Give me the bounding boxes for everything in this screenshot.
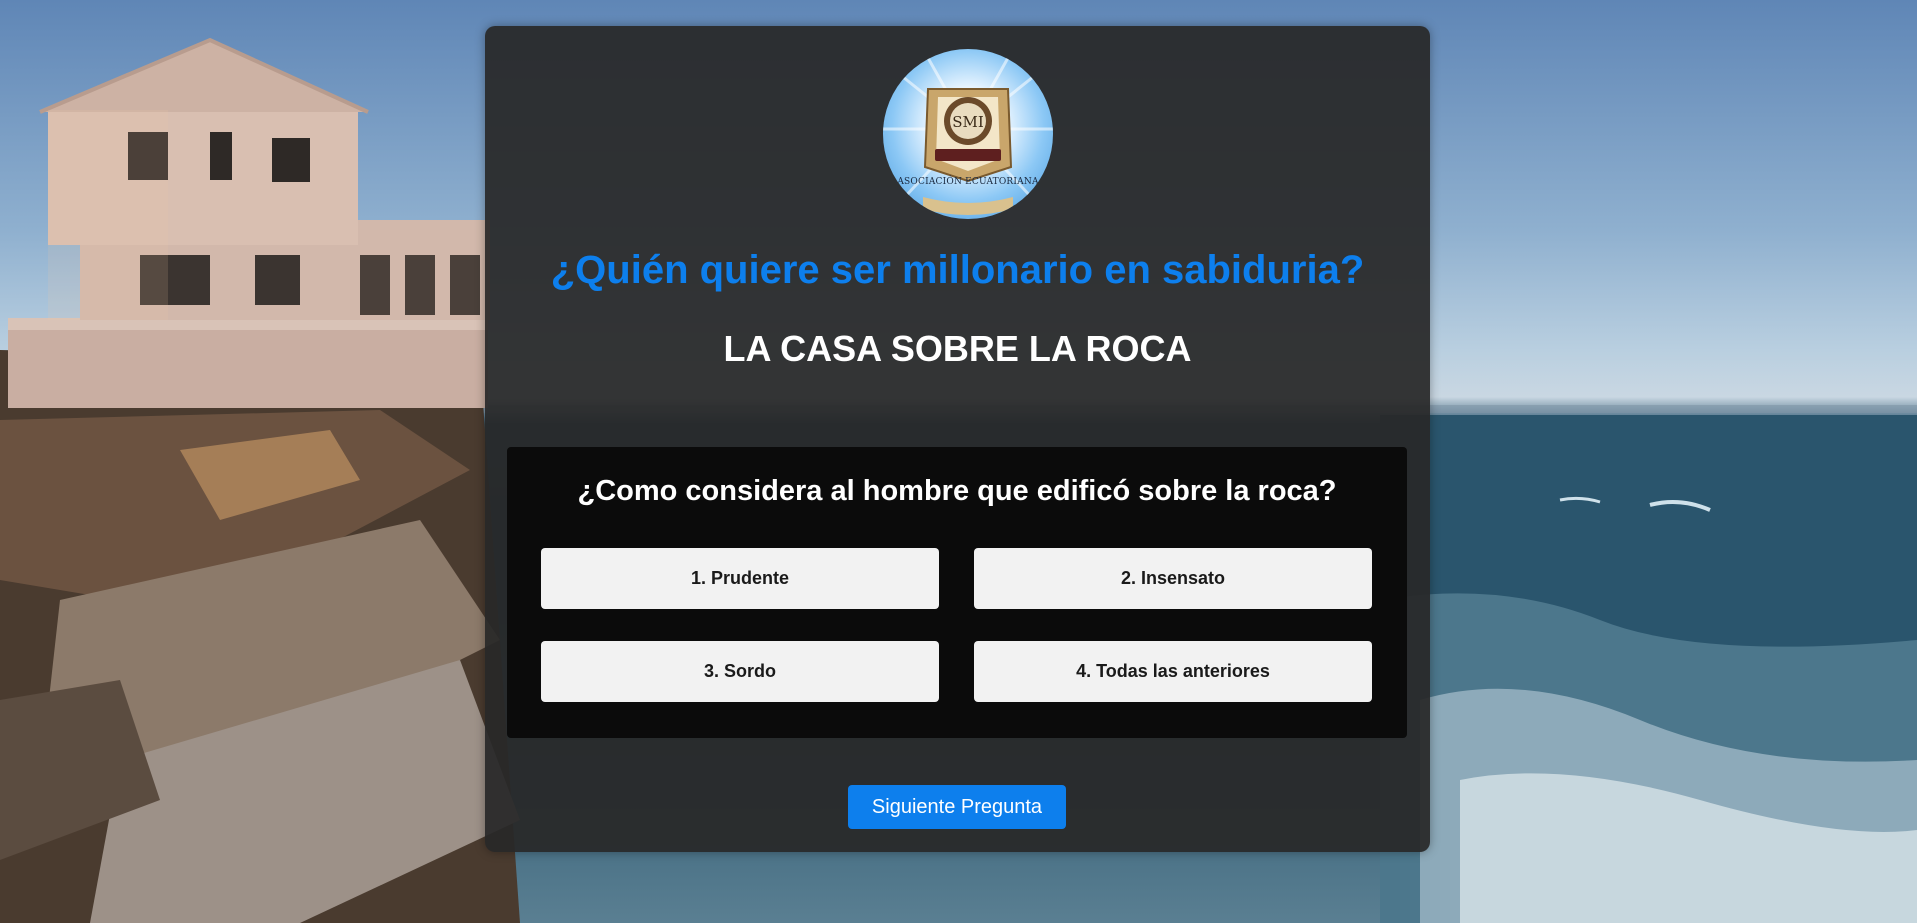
page-title: ¿Quién quiere ser millonario en sabiduri… (550, 248, 1365, 292)
logo-caption: ASOCIACIÓN ECUATORIANA (897, 177, 1039, 187)
lesson-subtitle: LA CASA SOBRE LA ROCA (723, 328, 1192, 369)
answer-button-1[interactable]: 1. Prudente (541, 548, 939, 609)
logo-emblem-icon: SMI (883, 49, 1053, 215)
answer-button-3[interactable]: 3. Sordo (541, 641, 939, 702)
question-card: ¿Como considera al hombre que edificó so… (507, 447, 1407, 738)
logo-letters: SMI (952, 113, 984, 131)
quiz-panel: SMI ASOCIACIÓN ECUATORIANA ¿Quién quiere… (485, 26, 1430, 852)
answer-button-4[interactable]: 4. Todas las anteriores (974, 641, 1372, 702)
answer-button-2[interactable]: 2. Insensato (974, 548, 1372, 609)
next-question-button[interactable]: Siguiente Pregunta (848, 785, 1066, 829)
asociacion-logo-icon: SMI ASOCIACIÓN ECUATORIANA (883, 49, 1053, 219)
question-text: ¿Como considera al hombre que edificó so… (577, 475, 1337, 507)
